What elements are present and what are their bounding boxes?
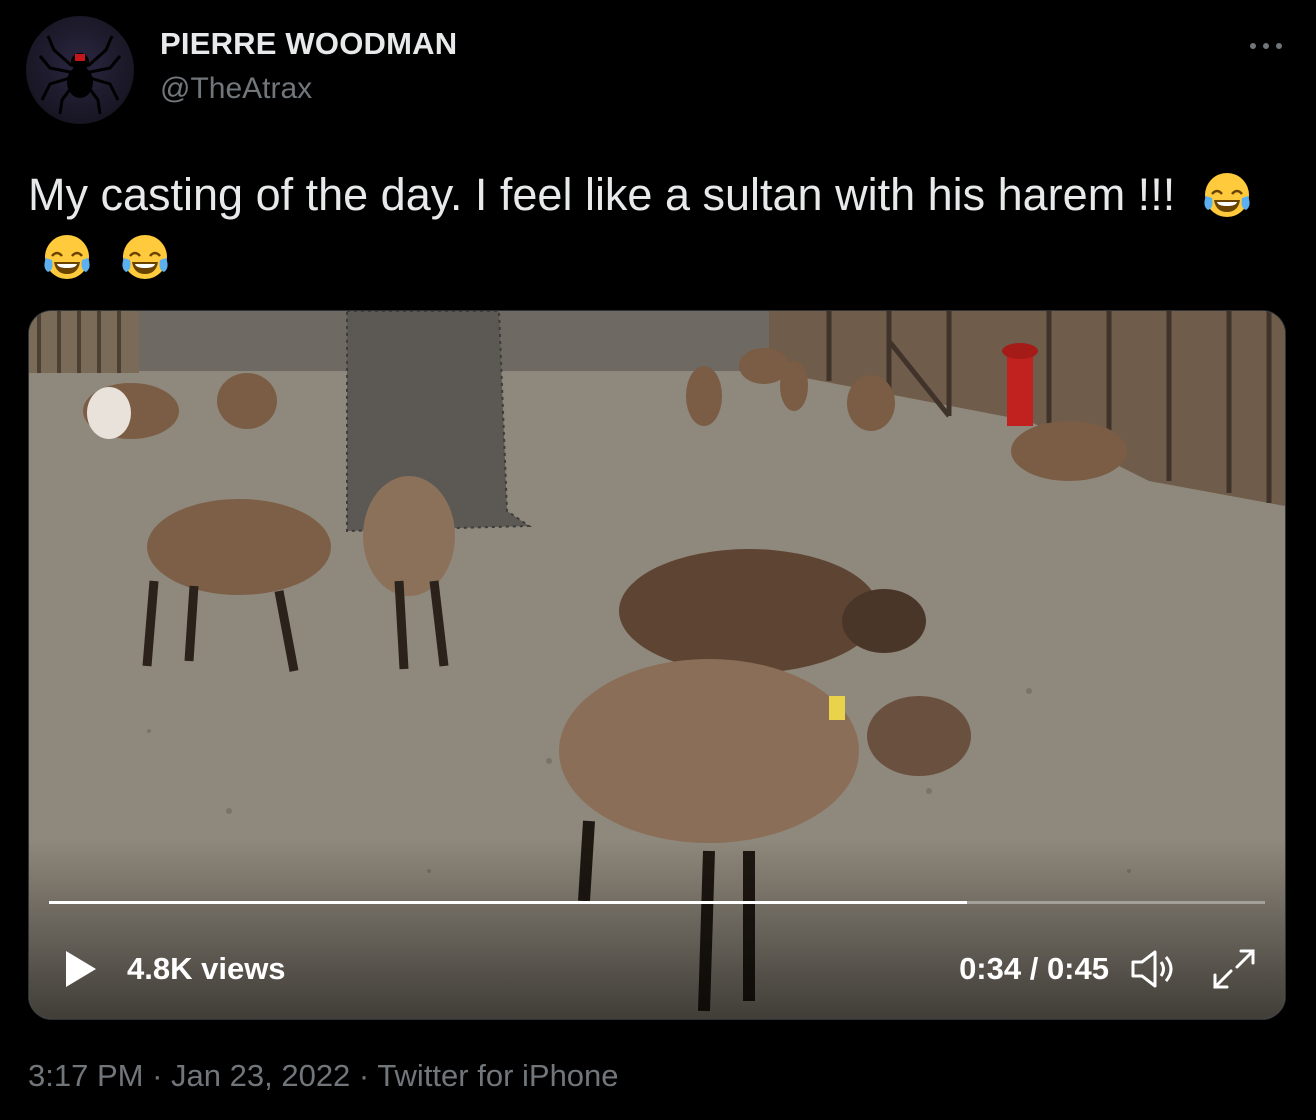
volume-icon[interactable] <box>1129 947 1179 991</box>
tweet-date-link[interactable]: Jan 23, 2022 <box>171 1058 350 1093</box>
tears-of-joy-emoji-icon <box>42 232 92 282</box>
play-icon[interactable] <box>63 949 99 989</box>
video-controls-shade <box>29 839 1285 1019</box>
video-progress-fill <box>49 901 968 904</box>
video-view-count: 4.8K views <box>127 951 286 986</box>
tweet-time-link[interactable]: 3:17 PM <box>28 1058 143 1093</box>
tweet-text: My casting of the day. I feel like a sul… <box>28 164 1298 288</box>
avatar[interactable] <box>26 16 134 124</box>
author-display-name[interactable]: PIERRE WOODMAN <box>160 26 457 62</box>
video-timestamp: 0:34 / 0:45 <box>959 951 1109 986</box>
author-handle[interactable]: @TheAtrax <box>160 72 312 106</box>
video-progress-bar[interactable] <box>49 901 1265 904</box>
meta-separator: · <box>358 1058 370 1093</box>
tears-of-joy-emoji-icon <box>1202 170 1252 220</box>
meta-separator: · <box>152 1058 163 1093</box>
more-options-icon[interactable] <box>1246 22 1286 62</box>
fullscreen-icon[interactable] <box>1209 945 1259 993</box>
tweet-source-link[interactable]: Twitter for iPhone <box>377 1058 618 1093</box>
video-player[interactable]: 4.8K views 0:34 / 0:45 <box>28 310 1286 1020</box>
spider-icon <box>38 35 122 115</box>
tweet-body: My casting of the day. I feel like a sul… <box>28 169 1176 220</box>
tears-of-joy-emoji-icon <box>120 232 170 282</box>
tweet-meta: 3:17 PM · Jan 23, 2022 · Twitter for iPh… <box>28 1058 619 1094</box>
